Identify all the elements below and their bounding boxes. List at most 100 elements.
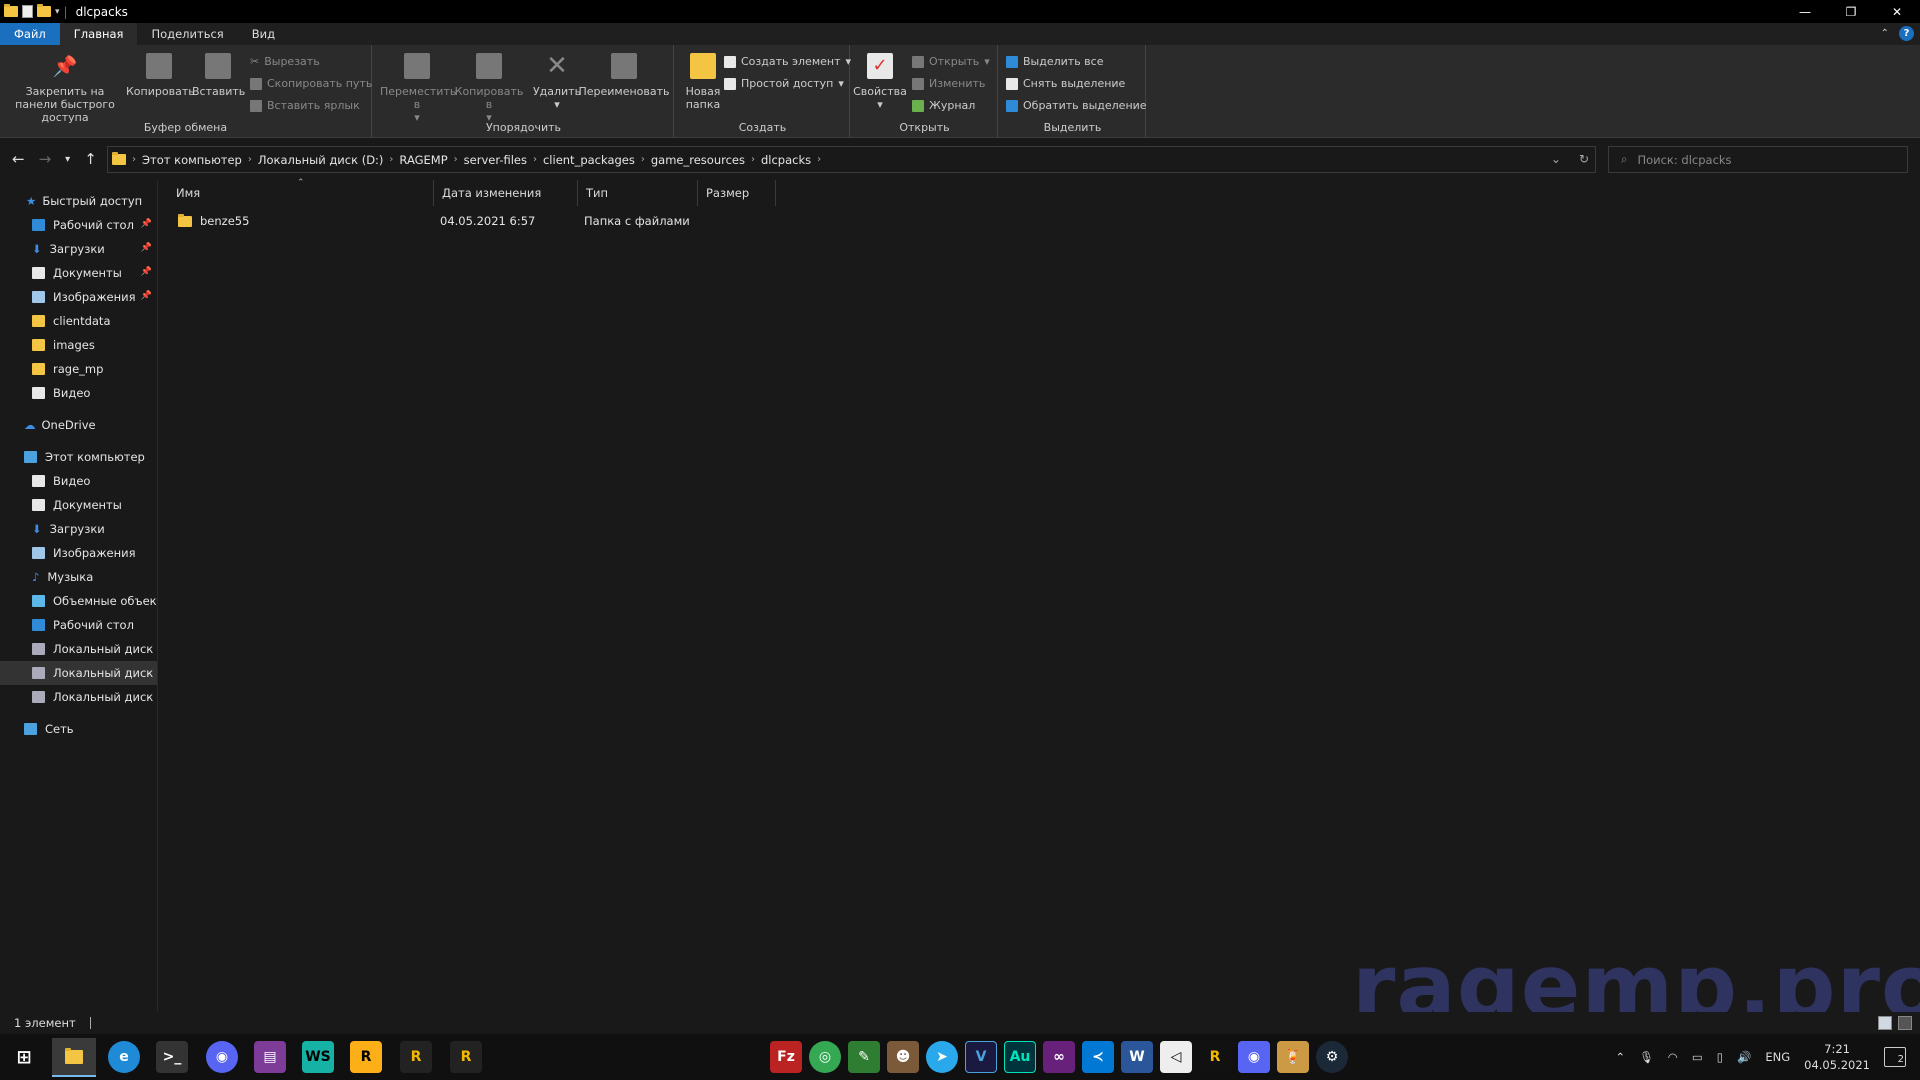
new-folder-button[interactable]: Новая папка xyxy=(680,49,726,111)
volume-icon[interactable]: 🔊 xyxy=(1737,1050,1751,1064)
pin-quick-access-button[interactable]: 📌 Закрепить на панели быстрого доступа xyxy=(4,49,126,124)
usb-icon[interactable]: ▯ xyxy=(1717,1050,1723,1064)
vscode-icon[interactable]: ≺ xyxy=(1082,1041,1114,1073)
large-icons-view-icon[interactable] xyxy=(1898,1016,1912,1030)
discord-icon[interactable]: ◉ xyxy=(206,1041,238,1073)
select-none-button[interactable]: Снять выделение xyxy=(1006,77,1125,90)
nav-videos-quick[interactable]: Видео xyxy=(0,381,157,405)
nav-pictures[interactable]: Изображения 📌 xyxy=(0,285,157,309)
breadcrumb-drive-d[interactable]: Локальный диск (D:) xyxy=(258,153,384,167)
chevron-down-icon[interactable]: ▾ xyxy=(55,7,60,17)
column-type[interactable]: Тип xyxy=(578,180,698,206)
back-arrow-icon[interactable]: ← xyxy=(12,150,25,168)
address-history-icon[interactable]: ⌄ xyxy=(1551,152,1561,166)
up-arrow-icon[interactable]: ↑ xyxy=(84,150,97,168)
nav-this-pc[interactable]: Этот компьютер xyxy=(0,445,157,469)
collapse-ribbon-icon[interactable]: ⌃ xyxy=(1881,28,1889,39)
windows-start-icon[interactable]: ⊞ xyxy=(8,1041,40,1073)
nav-onedrive[interactable]: ☁ OneDrive xyxy=(0,413,157,437)
new-item-button[interactable]: Создать элемент ▾ xyxy=(724,55,851,68)
new-folder-icon[interactable] xyxy=(37,4,51,17)
cut-button[interactable]: ✂ Вырезать xyxy=(250,55,320,68)
properties-icon[interactable] xyxy=(22,5,33,18)
nav-drive-z[interactable]: Локальный диск (Z:) xyxy=(0,685,157,709)
refresh-icon[interactable]: ↻ xyxy=(1579,152,1589,166)
breadcrumb-ragemp[interactable]: RAGEMP xyxy=(399,153,447,167)
breadcrumb-server-files[interactable]: server-files xyxy=(464,153,527,167)
battery-icon[interactable]: ▭ xyxy=(1692,1050,1703,1064)
filezilla-icon[interactable]: Fz xyxy=(770,1041,802,1073)
language-indicator[interactable]: ENG xyxy=(1765,1050,1790,1064)
nav-quick-access[interactable]: ★ Быстрый доступ xyxy=(0,189,157,213)
nav-desktop[interactable]: Рабочий стол 📌 xyxy=(0,213,157,237)
nav-drive-c[interactable]: Локальный диск (C:) xyxy=(0,637,157,661)
vimeworld-icon[interactable]: V xyxy=(965,1041,997,1073)
ragemp-updater-icon[interactable]: R xyxy=(450,1041,482,1073)
invert-selection-button[interactable]: Обратить выделение xyxy=(1006,99,1147,112)
nav-3d-objects[interactable]: Объемные объекты xyxy=(0,589,157,613)
breadcrumb-this-pc[interactable]: Этот компьютер xyxy=(142,153,242,167)
terminal-icon[interactable]: >_ xyxy=(156,1041,188,1073)
edit-button[interactable]: Изменить xyxy=(912,77,985,90)
nav-clientdata[interactable]: clientdata xyxy=(0,309,157,333)
copy-path-button[interactable]: Скопировать путь xyxy=(250,77,372,90)
discord-secondary-icon[interactable]: ◉ xyxy=(1238,1041,1270,1073)
cocktail-icon[interactable]: 🍹 xyxy=(1277,1041,1309,1073)
copy-to-button[interactable]: Копировать в ▾ xyxy=(452,49,526,124)
chevron-right-icon[interactable]: › xyxy=(817,154,821,165)
tab-view[interactable]: Вид xyxy=(238,23,289,45)
nav-videos[interactable]: Видео xyxy=(0,469,157,493)
telegram-icon[interactable]: ➤ xyxy=(926,1041,958,1073)
column-size[interactable]: Размер xyxy=(698,180,776,206)
unity-icon[interactable]: ◁ xyxy=(1160,1041,1192,1073)
nav-rage-mp[interactable]: rage_mp xyxy=(0,357,157,381)
winrar-icon[interactable]: ▤ xyxy=(254,1041,286,1073)
minimize-button[interactable]: — xyxy=(1782,0,1828,23)
nav-documents[interactable]: Документы 📌 xyxy=(0,261,157,285)
show-hidden-icons-icon[interactable]: ⌃ xyxy=(1616,1050,1626,1064)
copy-button[interactable]: Копировать xyxy=(126,49,195,98)
list-item[interactable]: benze55 04.05.2021 6:57 Папка с файлами xyxy=(170,210,710,232)
edge-icon[interactable]: e xyxy=(108,1041,140,1073)
paste-shortcut-button[interactable]: Вставить ярлык xyxy=(250,99,360,112)
chrome-icon[interactable]: ◎ xyxy=(809,1041,841,1073)
search-input[interactable]: ⌕ Поиск: dlcpacks xyxy=(1608,146,1908,173)
move-to-button[interactable]: Переместить в ▾ xyxy=(380,49,456,124)
wifi-icon[interactable]: ◠ xyxy=(1668,1050,1678,1064)
notepad-plus-icon[interactable]: ✎ xyxy=(848,1041,880,1073)
tab-file[interactable]: Файл xyxy=(0,23,60,45)
properties-button[interactable]: ✓ Свойства ▾ xyxy=(852,49,908,111)
address-bar[interactable]: › Этот компьютер › Локальный диск (D:) › R… xyxy=(107,146,1596,173)
close-button[interactable]: ✕ xyxy=(1874,0,1920,23)
nav-downloads[interactable]: ⬇ Загрузки 📌 xyxy=(0,237,157,261)
recent-locations-icon[interactable]: ▾ xyxy=(65,154,70,165)
nav-music[interactable]: ♪ Музыка xyxy=(0,565,157,589)
column-name[interactable]: Имя xyxy=(168,180,434,206)
maximize-button[interactable]: ❐ xyxy=(1828,0,1874,23)
open-button[interactable]: Открыть ▾ xyxy=(912,55,990,68)
audition-icon[interactable]: Au xyxy=(1004,1041,1036,1073)
microphone-icon[interactable]: 🎙 xyxy=(1639,1050,1654,1064)
column-date[interactable]: Дата изменения xyxy=(434,180,578,206)
nav-pc-downloads[interactable]: ⬇ Загрузки xyxy=(0,517,157,541)
details-view-icon[interactable] xyxy=(1878,1016,1892,1030)
visual-studio-icon[interactable]: ∞ xyxy=(1043,1041,1075,1073)
rockstar-launcher-icon[interactable]: R xyxy=(350,1041,382,1073)
paste-button[interactable]: Вставить xyxy=(192,49,245,98)
chevron-right-icon[interactable]: › xyxy=(389,154,393,165)
chevron-right-icon[interactable]: › xyxy=(533,154,537,165)
chevron-right-icon[interactable]: › xyxy=(751,154,755,165)
chevron-right-icon[interactable]: › xyxy=(454,154,458,165)
nav-pc-documents[interactable]: Документы xyxy=(0,493,157,517)
word-icon[interactable]: W xyxy=(1121,1041,1153,1073)
game-icon[interactable]: ☻ xyxy=(887,1041,919,1073)
clock[interactable]: 7:21 04.05.2021 xyxy=(1804,1041,1870,1073)
nav-images[interactable]: images xyxy=(0,333,157,357)
select-all-button[interactable]: Выделить все xyxy=(1006,55,1103,68)
tab-home[interactable]: Главная xyxy=(59,23,138,45)
breadcrumb-dlcpacks[interactable]: dlcpacks xyxy=(761,153,811,167)
steam-icon[interactable]: ⚙ xyxy=(1316,1041,1348,1073)
webstorm-icon[interactable]: WS xyxy=(302,1041,334,1073)
nav-pc-pictures[interactable]: Изображения xyxy=(0,541,157,565)
rage-icon[interactable]: R xyxy=(1199,1041,1231,1073)
